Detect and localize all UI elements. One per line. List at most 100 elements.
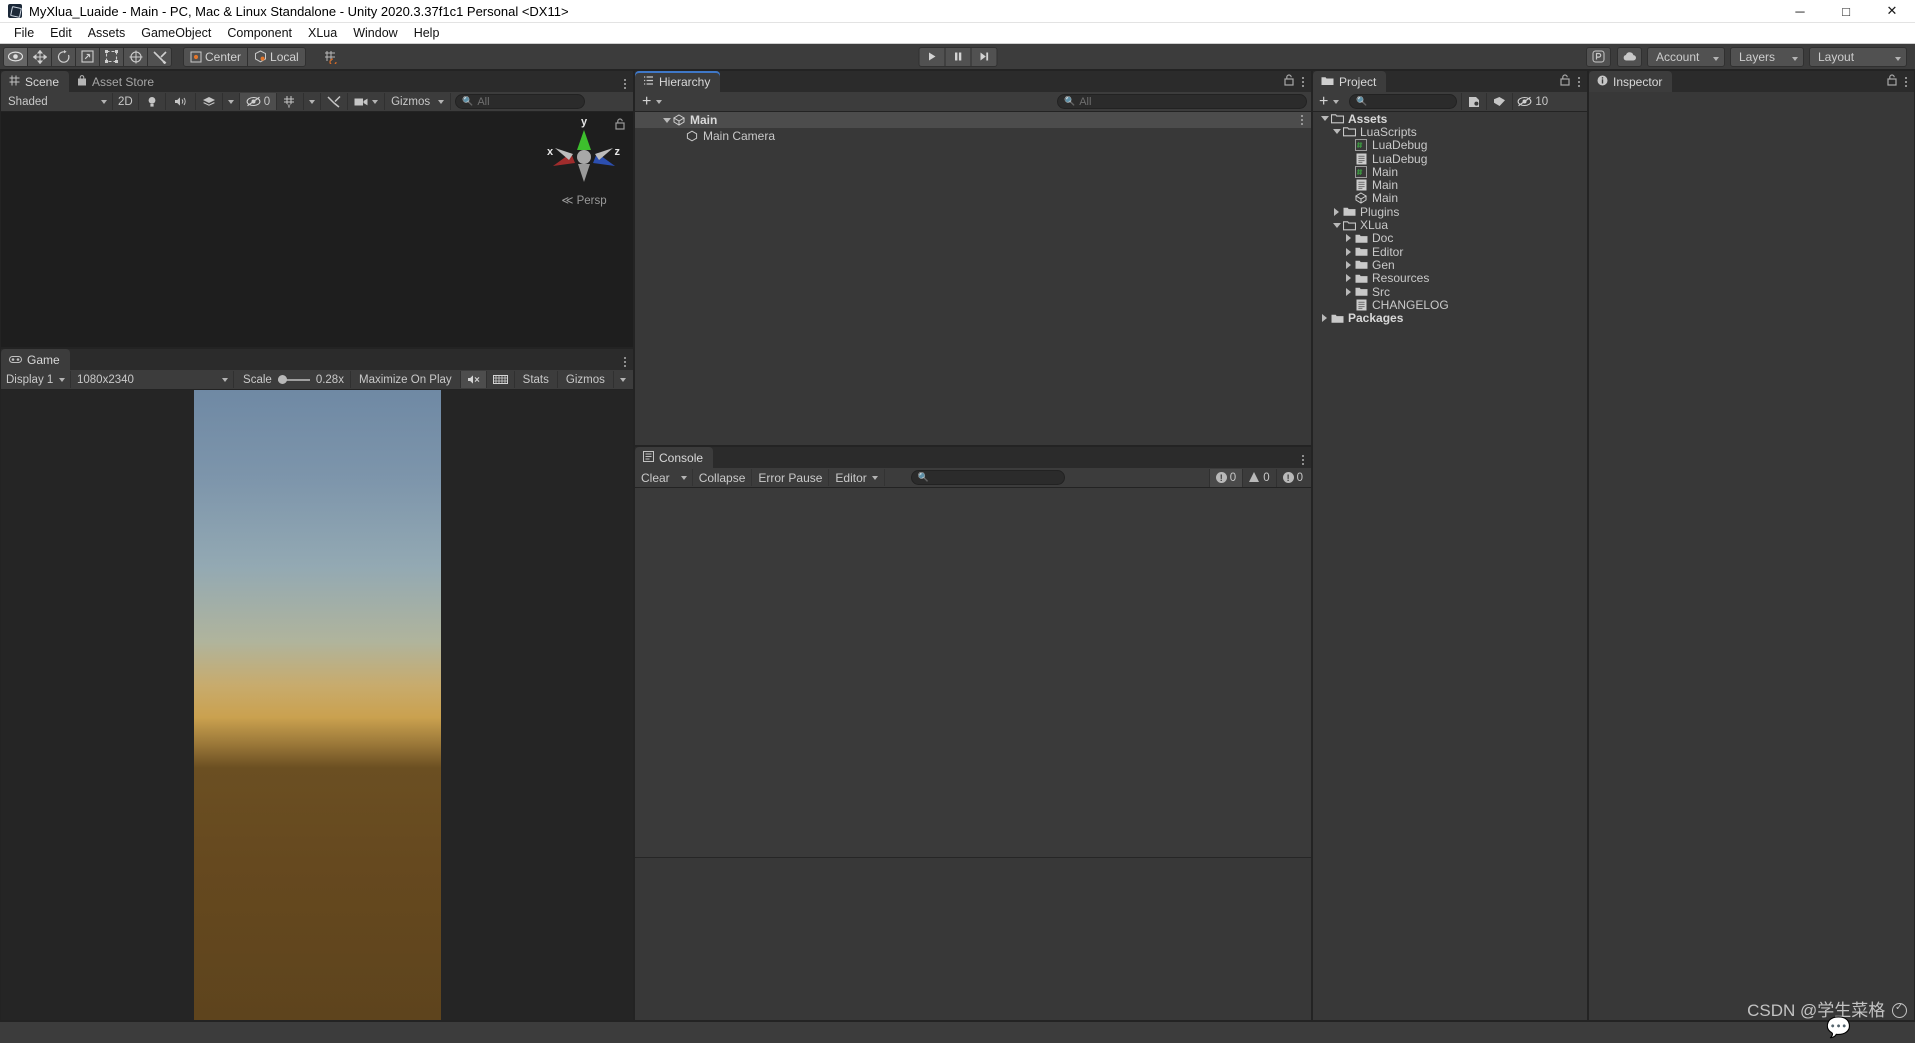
project-tree-item[interactable]: Plugins [1313,205,1587,218]
kebab-icon[interactable] [624,357,626,367]
effects-icon[interactable] [196,93,223,110]
project-tree[interactable]: AssetsLuaScriptsLuaDebugLuaDebugMainMain… [1313,112,1587,1020]
tab-scene[interactable]: Scene [1,71,69,92]
project-tree-item[interactable]: Main [1313,192,1587,205]
hierarchy-panel-menu[interactable] [1284,74,1311,92]
services-icon[interactable] [1586,47,1611,67]
kebab-icon[interactable] [1578,77,1580,87]
scene-projection-label[interactable]: ≪ Persp [549,193,619,207]
chevron-right-icon[interactable] [1343,234,1354,242]
window-controls[interactable]: ─ □ ✕ [1777,0,1915,23]
hierarchy-item-main-camera[interactable]: Main Camera [635,128,1311,144]
rect-tool-button[interactable] [99,47,124,67]
project-tree-item[interactable]: Editor [1313,245,1587,258]
tab-inspector[interactable]: Inspector [1589,71,1672,92]
log-count[interactable]: ! 0 [1209,469,1242,487]
project-tree-item[interactable]: LuaScripts [1313,125,1587,138]
chevron-down-icon[interactable] [1331,223,1342,228]
project-tree-item[interactable]: Doc [1313,232,1587,245]
menu-item-window[interactable]: Window [345,23,405,44]
game-gizmos-dropdown[interactable] [614,371,632,388]
maximize-on-play-button[interactable]: Maximize On Play [351,371,461,388]
hierarchy-tree[interactable]: Main Main Camera [635,112,1311,445]
save-search-icon[interactable] [1461,93,1487,110]
audio-icon[interactable] [166,93,196,110]
minimize-button[interactable]: ─ [1777,0,1823,23]
project-tree-item[interactable]: Src [1313,285,1587,298]
gizmo-axes[interactable] [549,128,619,184]
kebab-icon[interactable] [1302,77,1304,87]
collapse-button[interactable]: Collapse [693,469,753,486]
game-scrollbar-horizontal[interactable] [1,1007,633,1020]
scale-slider-track[interactable] [278,375,310,384]
project-panel-menu[interactable] [1560,74,1587,92]
scene-panel-menu[interactable] [624,79,633,92]
chevron-right-icon[interactable] [1343,274,1354,282]
chevron-right-icon[interactable] [1343,288,1354,296]
menu-item-edit[interactable]: Edit [42,23,80,44]
toggle-2d-button[interactable]: 2D [113,93,139,110]
tab-console[interactable]: Console [635,447,713,468]
game-gizmos-button[interactable]: Gizmos [558,371,614,388]
menu-item-component[interactable]: Component [219,23,300,44]
console-search-input[interactable]: 🔍 [911,470,1065,485]
scene-search-input[interactable]: 🔍 All [455,94,585,109]
scene-camera-icon[interactable] [348,93,385,110]
maximize-button[interactable]: □ [1823,0,1869,23]
grid-snapping-button[interactable] [317,47,345,67]
step-button[interactable] [970,47,997,67]
close-button[interactable]: ✕ [1869,0,1915,23]
console-detail-pane[interactable] [635,857,1311,1020]
effects-dropdown[interactable] [223,93,240,110]
cloud-icon[interactable] [1617,47,1642,67]
clear-dropdown[interactable] [676,469,693,486]
kebab-icon[interactable] [1301,115,1303,125]
project-tree-item[interactable]: Resources [1313,272,1587,285]
stats-button[interactable]: Stats [515,371,558,388]
menu-item-xlua[interactable]: XLua [300,23,345,44]
label-icon[interactable] [1487,93,1513,110]
render-doc-icon[interactable] [487,371,515,388]
game-viewport[interactable] [1,390,633,1020]
scene-visibility-button[interactable]: 0 [240,93,277,110]
kebab-icon[interactable] [1905,77,1907,87]
tab-hierarchy[interactable]: Hierarchy [635,71,720,92]
lock-icon[interactable] [1560,74,1570,89]
transform-tool-button[interactable] [123,47,148,67]
layers-dropdown[interactable]: Layers [1730,47,1804,67]
scene-scrollbar-vertical[interactable] [620,112,633,347]
inspector-content[interactable] [1589,92,1914,1020]
hierarchy-item-main[interactable]: Main [635,112,1311,128]
scale-slider[interactable]: Scale 0.28x [234,371,351,388]
chevron-down-icon[interactable] [661,118,672,123]
scene-viewport[interactable]: y x z ≪ Persp [1,112,633,347]
game-panel-menu[interactable] [624,357,633,370]
project-tree-item[interactable]: Gen [1313,258,1587,271]
move-tool-button[interactable] [27,47,52,67]
menu-item-file[interactable]: File [6,23,42,44]
chevron-right-icon[interactable] [1319,314,1330,322]
lock-icon[interactable] [1887,74,1897,89]
project-tree-item[interactable]: Main [1313,165,1587,178]
inspector-panel-menu[interactable] [1887,74,1914,92]
play-button[interactable] [918,47,945,67]
scene-tools-icon[interactable] [321,93,348,110]
handle-rotation-button[interactable]: Local [247,47,306,67]
chevron-down-icon[interactable] [1331,129,1342,134]
error-pause-button[interactable]: Error Pause [752,469,829,486]
gizmos-dropdown[interactable]: Gizmos [385,93,451,110]
light-bulb-icon[interactable] [139,93,166,110]
error-count[interactable]: ! 0 [1276,469,1309,487]
custom-tool-button[interactable] [147,47,172,67]
scale-slider-thumb[interactable] [278,375,287,384]
pivot-mode-button[interactable]: Center [183,47,248,67]
project-tree-item[interactable]: Assets [1313,112,1587,125]
account-dropdown[interactable]: Account [1647,47,1725,67]
layout-dropdown[interactable]: Layout [1809,47,1907,67]
project-tree-item[interactable]: LuaDebug [1313,152,1587,165]
console-log-list[interactable] [635,488,1311,857]
project-tree-item[interactable]: LuaDebug [1313,139,1587,152]
grid-dropdown[interactable] [304,93,321,110]
mute-audio-icon[interactable] [461,371,487,388]
tab-asset-store[interactable]: Asset Store [69,71,164,92]
